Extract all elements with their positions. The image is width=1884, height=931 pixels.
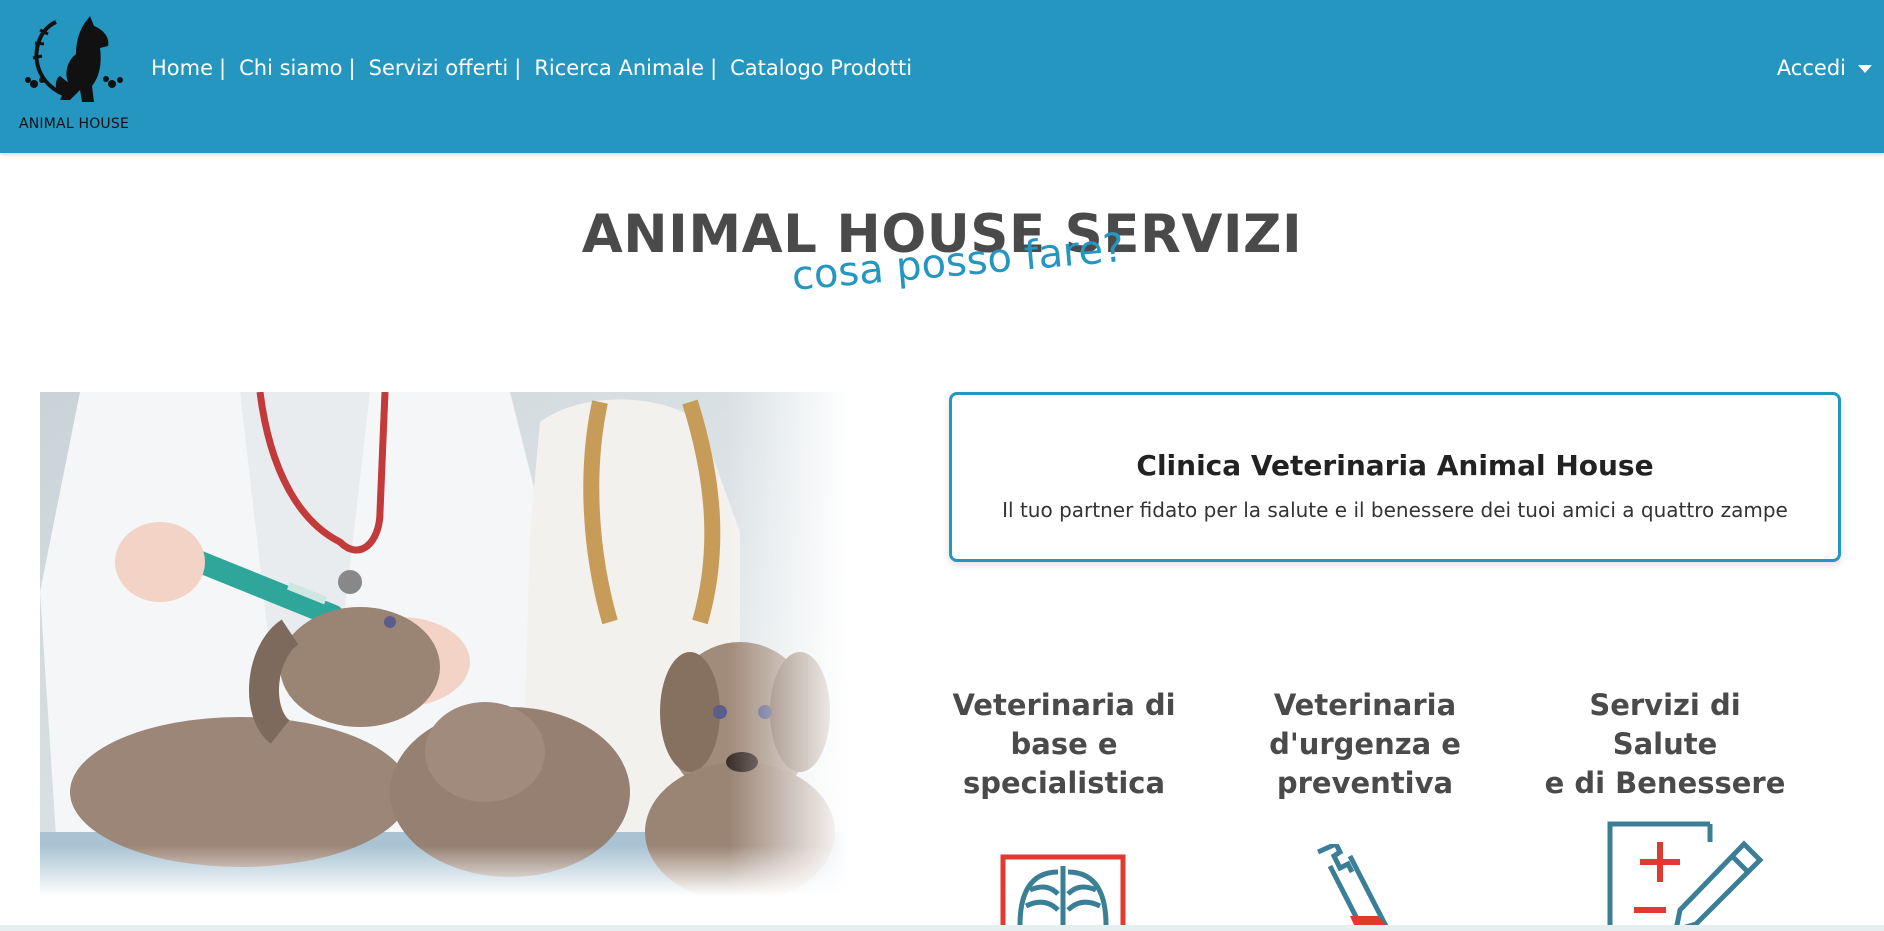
navbar: ANIMAL HOUSE Home | Chi siamo | Servizi … [0, 0, 1884, 153]
logo-text: ANIMAL HOUSE [18, 116, 129, 132]
nav-catalogo-prodotti[interactable]: Catalogo Prodotti [730, 56, 912, 80]
service-title-line: Veterinaria di [952, 688, 1176, 722]
logo[interactable]: ANIMAL HOUSE [12, 12, 136, 134]
nav-separator: | [219, 56, 227, 80]
nav-separator: | [514, 56, 522, 80]
medical-report-icon [1607, 821, 1764, 925]
service-title-line: preventiva [1276, 766, 1454, 800]
service-salute-benessere[interactable]: Servizi di Salute e di Benessere [1540, 686, 1790, 803]
service-title-line: d'urgenza e [1269, 727, 1461, 761]
xray-icon [1000, 854, 1126, 925]
login-label: Accedi [1776, 56, 1846, 80]
clinic-description: Il tuo partner fidato per la salute e il… [1002, 498, 1788, 522]
caret-down-icon [1858, 64, 1872, 73]
service-veterinaria-base[interactable]: Veterinaria di base e specialistica [939, 686, 1189, 803]
service-title-line: Servizi di Salute [1589, 688, 1741, 761]
nav-servizi-offerti[interactable]: Servizi offerti [369, 56, 509, 80]
service-title-line: specialistica [962, 766, 1166, 800]
main-nav: Home | Chi siamo | Servizi offerti | Ric… [151, 56, 912, 80]
service-veterinaria-urgenza[interactable]: Veterinaria d'urgenza e preventiva [1240, 686, 1490, 803]
clinic-title: Clinica Veterinaria Animal House [1136, 449, 1654, 482]
vet-puppies-photo [40, 392, 850, 896]
nav-home[interactable]: Home [151, 56, 213, 80]
nav-ricerca-animale[interactable]: Ricerca Animale [534, 56, 704, 80]
nav-separator: | [710, 56, 718, 80]
service-title-line: e di Benessere [1544, 766, 1786, 800]
login-dropdown[interactable]: Accedi [1777, 56, 1872, 80]
clinic-card: Clinica Veterinaria Animal House Il tuo … [949, 392, 1841, 562]
nav-separator: | [348, 56, 356, 80]
service-title-line: Veterinaria [1273, 688, 1457, 722]
dog-cat-logo-icon [25, 16, 123, 102]
nav-chi-siamo[interactable]: Chi siamo [239, 56, 342, 80]
syringe-icon [1316, 844, 1389, 925]
bottom-strip [0, 925, 1884, 931]
service-title-line: base e [1010, 727, 1118, 761]
